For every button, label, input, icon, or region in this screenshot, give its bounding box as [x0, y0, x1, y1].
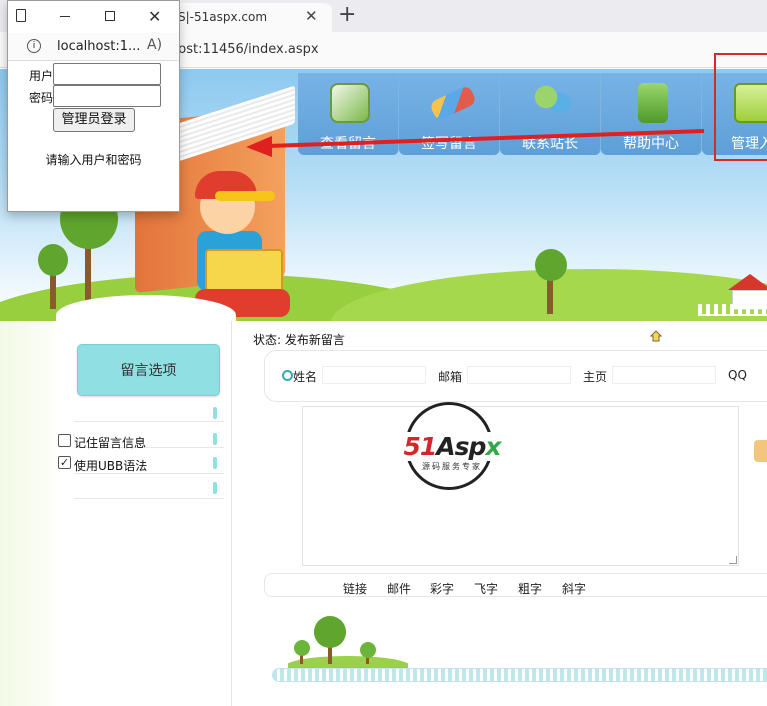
remember-info-checkbox[interactable] [58, 434, 71, 447]
tab-title: S|-51aspx.com [178, 10, 268, 24]
popup-titlebar: ✕ [8, 1, 179, 33]
option-marker [213, 482, 217, 494]
ubb-toolbar [264, 573, 767, 597]
nav-label: 帮助中心 [623, 136, 679, 152]
admin-login-button[interactable]: 管理员登录 [53, 108, 135, 132]
toolbar-email-button[interactable]: 邮件 [387, 580, 411, 597]
username-input[interactable] [53, 63, 161, 85]
nav-label: 查看留言 [320, 136, 376, 152]
maximize-icon[interactable] [105, 11, 115, 21]
toolbar-link-button[interactable]: 链接 [343, 580, 367, 597]
name-radio[interactable] [282, 370, 293, 381]
use-ubb-checkbox[interactable]: ✓ [58, 456, 71, 469]
toolbar-bold-button[interactable]: 粗字 [518, 580, 542, 597]
logo-main: Asp [436, 432, 486, 461]
tab-close-icon[interactable]: ✕ [305, 7, 318, 25]
homepage-label: 主页 [583, 370, 608, 384]
option-marker [213, 433, 217, 445]
logo-tagline: 源码服务专家 [422, 462, 482, 471]
browser-tab[interactable]: S|-51aspx.com ✕ [170, 3, 332, 32]
nav-label: 签写留言 [421, 136, 477, 152]
option-row [74, 400, 224, 422]
option-row [74, 477, 224, 499]
nav-label: 联系站长 [522, 136, 578, 152]
fence-decoration [698, 304, 767, 316]
nav-item-write-message[interactable]: 签写留言 [399, 73, 500, 155]
side-illustration-edge [754, 440, 767, 462]
message-textarea[interactable] [302, 406, 739, 566]
email-input[interactable] [467, 366, 571, 384]
nav-item-help-center[interactable]: 帮助中心 [601, 73, 702, 155]
login-prompt-message: 请输入用户和密码 [45, 153, 142, 167]
popup-address-bar[interactable]: i localhost:1... A) [8, 33, 179, 61]
textarea-resize-handle[interactable] [729, 556, 737, 564]
name-label: 姓名 [293, 370, 318, 384]
nav-item-contact-admin[interactable]: 联系站长 [500, 73, 601, 155]
homepage-input[interactable] [612, 366, 716, 384]
main-nav: 查看留言 签写留言 联系站长 帮助中心 管理入 [298, 73, 767, 155]
nav-item-view-messages[interactable]: 查看留言 [298, 73, 399, 155]
logo-prefix: 51 [403, 432, 437, 461]
minimize-icon[interactable] [60, 16, 70, 17]
trees-footer-illustration [288, 616, 408, 669]
toolbar-fly-text-button[interactable]: 飞字 [474, 580, 498, 597]
address-url: host:11456/index.aspx [170, 42, 319, 57]
close-icon[interactable]: ✕ [148, 7, 161, 26]
popup-url: localhost:1... [57, 39, 141, 54]
people-icon [532, 83, 572, 123]
pencils-icon [428, 84, 478, 122]
password-input[interactable] [53, 85, 161, 107]
message-options-button[interactable]: 留言选项 [77, 344, 220, 396]
help-box-icon [638, 83, 668, 123]
read-aloud-icon[interactable]: A) [147, 37, 162, 53]
email-label: 邮箱 [438, 370, 463, 384]
51aspx-logo: 51Aspx 源码服务专家 [387, 402, 517, 494]
annotation-highlight-box [714, 53, 767, 161]
home-icon[interactable] [650, 330, 662, 342]
info-icon[interactable]: i [27, 39, 41, 53]
kid-reading-illustration [185, 169, 295, 319]
logo-suffix: x [485, 432, 501, 461]
toolbar-italic-button[interactable]: 斜字 [562, 580, 586, 597]
username-label: 用户 [29, 69, 54, 83]
admin-login-popup: ✕ i localhost:1... A) 用户 密码 管理员登录 请输入用户和… [7, 0, 180, 212]
new-tab-icon[interactable]: + [338, 2, 356, 27]
name-input[interactable] [322, 366, 426, 384]
qq-label: QQ [728, 368, 747, 382]
option-marker [213, 457, 217, 469]
password-label: 密码 [29, 91, 54, 105]
remember-info-label: 记住留言信息 [74, 436, 147, 450]
document-icon [16, 9, 26, 22]
option-marker [213, 407, 217, 419]
toolbar-color-text-button[interactable]: 彩字 [430, 580, 454, 597]
open-book-icon [330, 83, 370, 123]
left-strip [0, 321, 56, 706]
footer-strip [272, 668, 767, 682]
use-ubb-label: 使用UBB语法 [74, 459, 148, 473]
status-text: 状态: 发布新留言 [253, 333, 345, 347]
